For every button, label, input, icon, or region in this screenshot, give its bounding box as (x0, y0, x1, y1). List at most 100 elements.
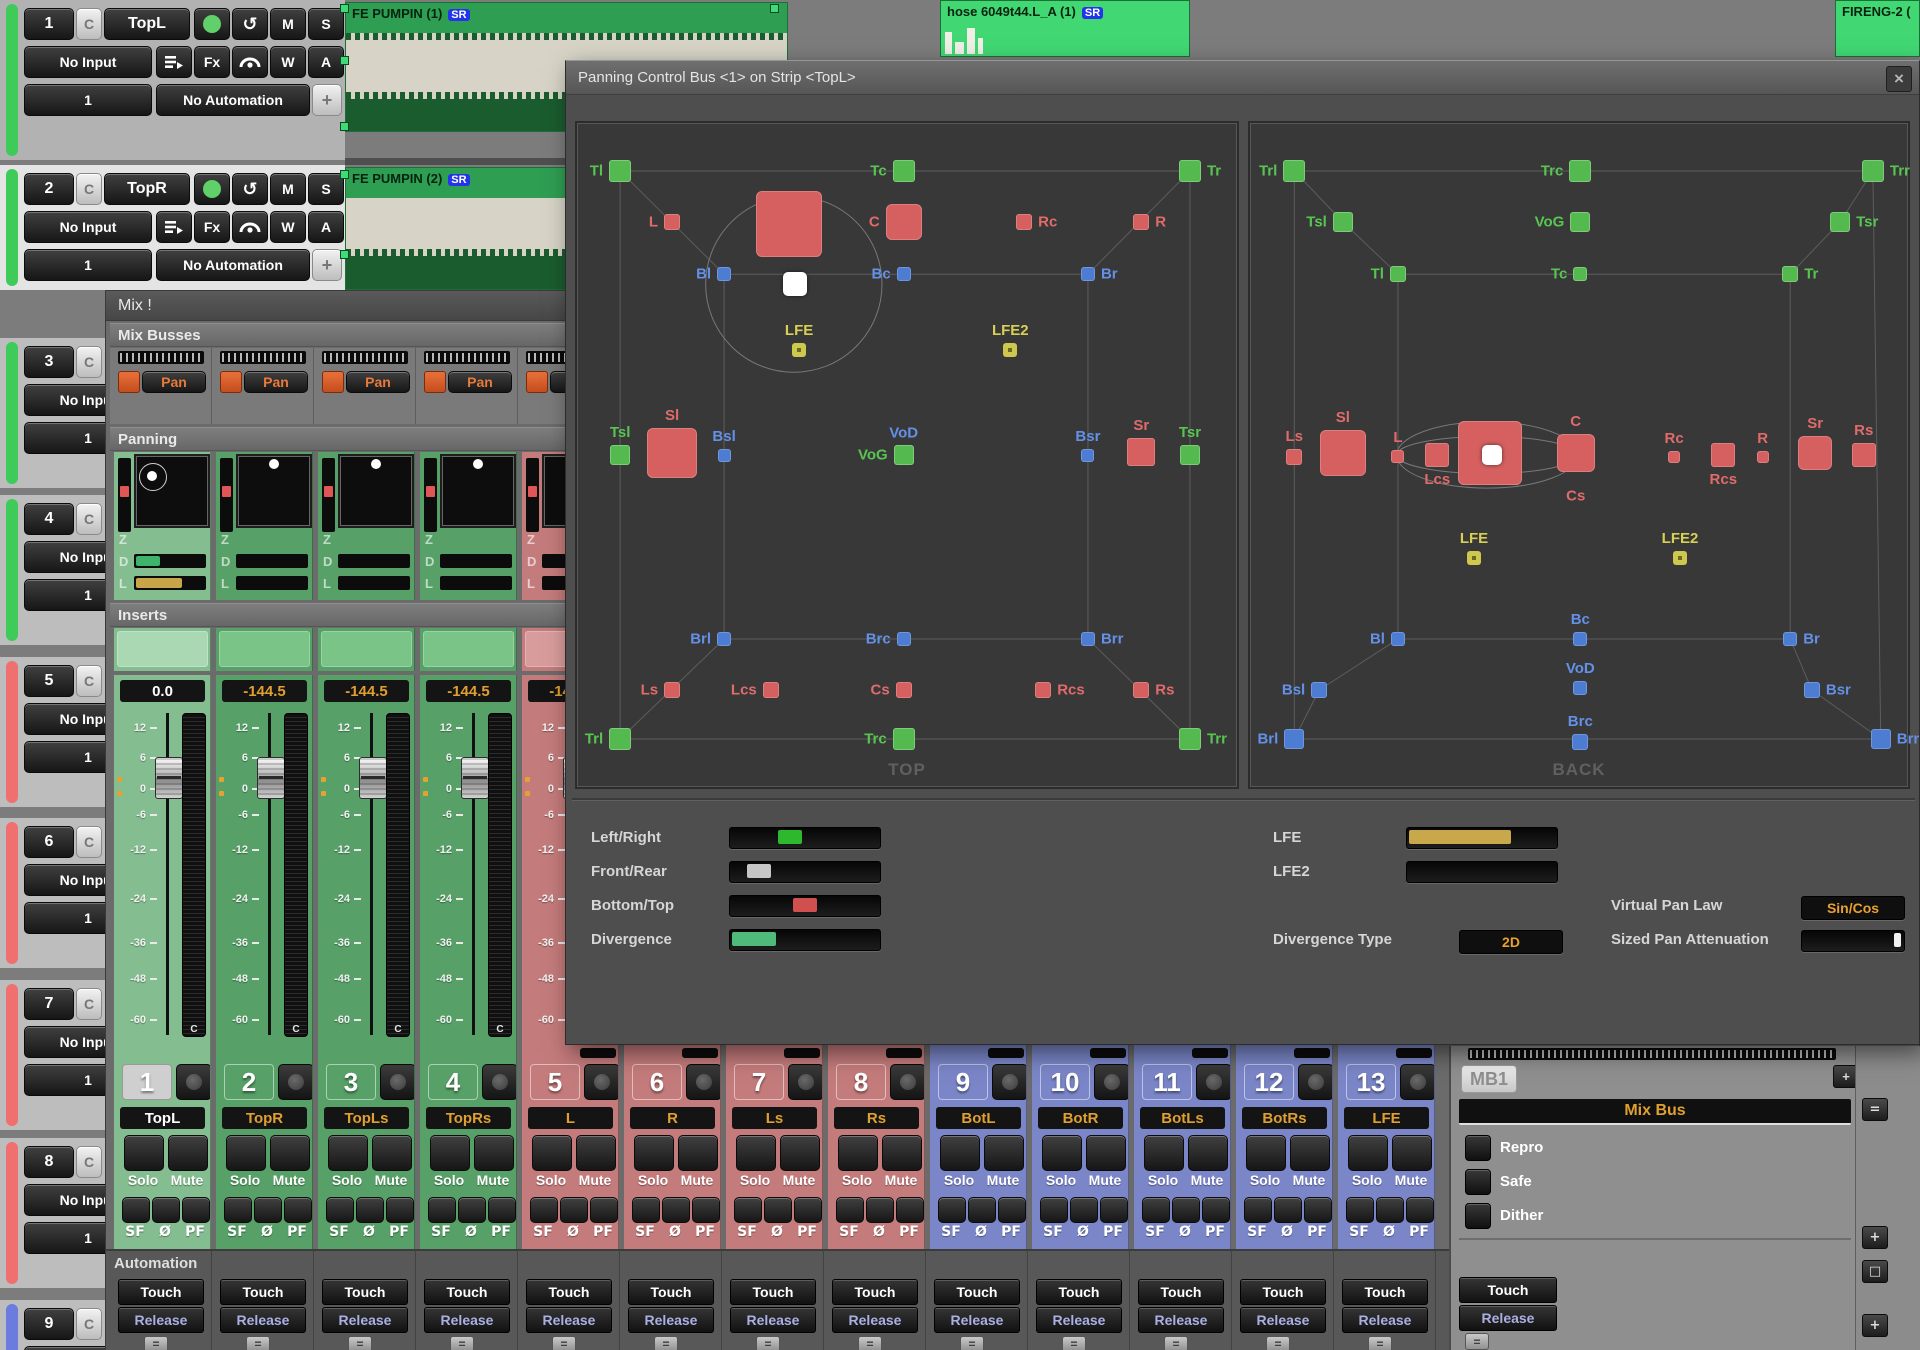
speaker-back-VoG[interactable] (1570, 212, 1590, 232)
pan-button[interactable]: Pan (142, 371, 206, 393)
mb1-title-bar[interactable]: Mix Bus (1459, 1099, 1851, 1125)
release-button[interactable]: Release (1138, 1307, 1224, 1333)
track-automation-select[interactable]: No Automation (156, 249, 310, 281)
release-button[interactable]: Release (424, 1307, 510, 1333)
sf-button[interactable] (428, 1197, 456, 1223)
add-automation-button[interactable]: + (312, 84, 342, 116)
solo-button[interactable]: S (308, 173, 344, 205)
track-number-button[interactable]: 9 (24, 1308, 74, 1340)
clip-handle[interactable] (340, 250, 349, 259)
slider-bottom-top[interactable] (729, 895, 881, 917)
mb1-toggle-safe[interactable] (1465, 1169, 1491, 1195)
eq-button[interactable]: = (450, 1336, 474, 1350)
touch-button[interactable]: Touch (322, 1279, 408, 1305)
track-take-button[interactable]: 1 (24, 1222, 113, 1254)
mb1-release-button[interactable]: Release (1459, 1305, 1557, 1331)
speaker-back-LFE[interactable] (1467, 551, 1481, 565)
pan-z-slider[interactable] (322, 458, 335, 532)
speaker-top-R[interactable] (1133, 214, 1149, 230)
speaker-top-Sr[interactable] (1127, 438, 1155, 466)
speaker-top-Trl[interactable] (609, 728, 631, 750)
mute-button[interactable] (1290, 1135, 1330, 1171)
strip-name[interactable]: Rs (834, 1107, 919, 1129)
speaker-back-Ls[interactable] (1286, 449, 1302, 465)
strip-name[interactable]: LFE (1344, 1107, 1429, 1129)
touch-button[interactable]: Touch (832, 1279, 918, 1305)
speaker-back-Rs[interactable] (1852, 443, 1876, 467)
strip-number[interactable]: 2 (224, 1064, 274, 1100)
track-number-button[interactable]: 7 (24, 988, 74, 1020)
track-input-select[interactable]: No Input (24, 211, 152, 243)
sf-button[interactable] (530, 1197, 558, 1223)
pan-position-dot[interactable] (269, 459, 279, 469)
pf-button[interactable] (1202, 1197, 1230, 1223)
mute-button[interactable] (576, 1135, 616, 1171)
mute-button[interactable] (168, 1135, 208, 1171)
speaker-top-Tc[interactable] (893, 160, 915, 182)
mute-button[interactable] (678, 1135, 718, 1171)
track-number-button[interactable]: 5 (24, 665, 74, 697)
release-button[interactable]: Release (934, 1307, 1020, 1333)
touch-button[interactable]: Touch (1036, 1279, 1122, 1305)
pan-z-slider[interactable] (526, 458, 539, 532)
speaker-top-Tsl[interactable] (610, 445, 630, 465)
speaker-back-Sr[interactable] (1798, 436, 1832, 470)
speaker-back-L[interactable] (1391, 450, 1404, 463)
pan-z-slider[interactable] (220, 458, 233, 532)
phase-button[interactable] (968, 1197, 996, 1223)
phase-button[interactable] (764, 1197, 792, 1223)
track-bus-button[interactable]: C (76, 173, 102, 205)
strip-number[interactable]: 3 (326, 1064, 376, 1100)
strip-number[interactable]: 1 (122, 1064, 172, 1100)
track-bus-button[interactable]: C (76, 1146, 102, 1178)
track-number-button[interactable]: 3 (24, 346, 74, 378)
speaker-back-Sl[interactable] (1320, 430, 1366, 476)
mute-button[interactable] (1392, 1135, 1432, 1171)
track-input-select[interactable]: No Input (24, 864, 113, 896)
speaker-back-Brr[interactable] (1871, 729, 1891, 749)
track-name-button[interactable]: TopR (104, 173, 190, 205)
speaker-top-Bl[interactable] (717, 267, 731, 281)
speaker-top-Trr[interactable] (1179, 728, 1201, 750)
speaker-top-Bsl[interactable] (718, 449, 731, 462)
speaker-back-VoD[interactable] (1573, 681, 1587, 695)
slider-left-right[interactable] (729, 827, 881, 849)
strip-number[interactable]: 10 (1040, 1064, 1090, 1100)
track-take-button[interactable]: 1 (24, 1064, 113, 1096)
mute-button[interactable] (984, 1135, 1024, 1171)
pan-button[interactable]: Pan (244, 371, 308, 393)
strip-name[interactable]: L (528, 1107, 613, 1129)
close-icon[interactable]: × (1886, 66, 1912, 92)
mb1-toggle-dither[interactable] (1465, 1203, 1491, 1229)
track-bus-button[interactable]: C (76, 346, 102, 378)
mute-button[interactable] (1086, 1135, 1126, 1171)
phase-button[interactable] (662, 1197, 690, 1223)
mute-button[interactable] (474, 1135, 514, 1171)
fader-value[interactable]: -144.5 (324, 680, 409, 702)
solo-button[interactable] (124, 1135, 164, 1171)
speaker-top-Brr[interactable] (1081, 632, 1095, 646)
track-number-button[interactable]: 6 (24, 826, 74, 858)
strip-record-button[interactable] (482, 1064, 517, 1100)
sf-button[interactable] (224, 1197, 252, 1223)
speaker-back-Brl[interactable] (1284, 729, 1304, 749)
pf-button[interactable] (284, 1197, 312, 1223)
touch-button[interactable]: Touch (1342, 1279, 1428, 1305)
pan-pad[interactable] (238, 456, 310, 526)
slider-thumb[interactable] (222, 486, 231, 497)
phase-button[interactable] (152, 1197, 180, 1223)
track-input-select[interactable]: No Input (24, 384, 113, 416)
sf-button[interactable] (326, 1197, 354, 1223)
speaker-back-Bl[interactable] (1391, 632, 1405, 646)
pf-button[interactable] (590, 1197, 618, 1223)
strip-record-button[interactable] (1196, 1064, 1231, 1100)
pan-z-slider[interactable] (118, 458, 131, 532)
strip-record-button[interactable] (1094, 1064, 1129, 1100)
speaker-top-Brc[interactable] (897, 632, 911, 646)
fx-button[interactable]: Fx (194, 211, 230, 243)
speaker-back-LFE2[interactable] (1673, 551, 1687, 565)
pan-position-marker-top[interactable] (783, 272, 807, 296)
strip-record-button[interactable] (788, 1064, 823, 1100)
speaker-back-C[interactable] (1557, 434, 1595, 472)
speaker-back-Tc[interactable] (1573, 267, 1587, 281)
